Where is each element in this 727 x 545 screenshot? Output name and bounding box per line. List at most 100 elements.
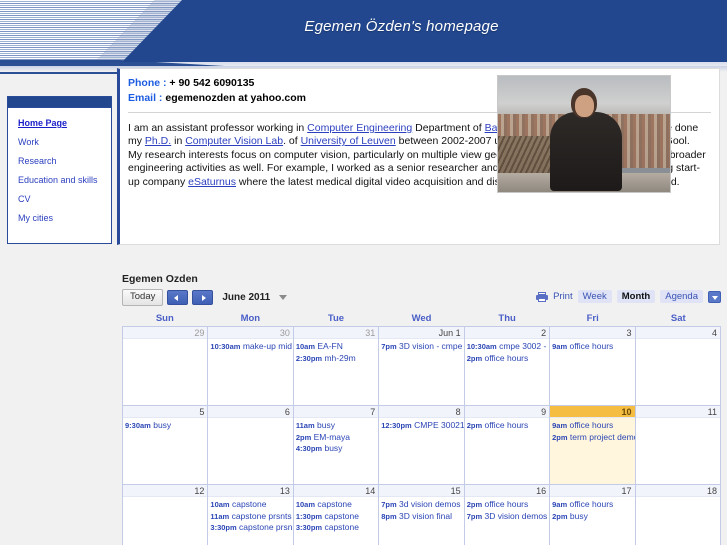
calendar-owner-name: Egemen Ozden	[122, 273, 198, 285]
day-number: 14	[293, 485, 379, 497]
event-title: busy	[150, 420, 172, 430]
event-time: 3:30pm	[295, 523, 323, 532]
calendar-event[interactable]: 7pm 3D vision demos	[467, 511, 549, 523]
print-link[interactable]: Print	[553, 291, 573, 302]
view-tab-week[interactable]: Week	[577, 290, 612, 303]
sidebar-item-my-cities[interactable]: My cities	[8, 209, 111, 228]
event-title: busy	[322, 443, 343, 453]
calendar-event[interactable]: 9:30am busy	[125, 420, 207, 432]
today-button[interactable]: Today	[122, 289, 164, 306]
calendar-event[interactable]: 9am office hours	[552, 341, 634, 353]
day-events	[123, 339, 207, 341]
bio-link[interactable]: Computer Engineering	[307, 122, 412, 134]
day-events: 10:30am make-up mid	[208, 339, 292, 353]
event-time: 7pm	[381, 500, 397, 509]
view-tab-agenda[interactable]: Agenda	[660, 290, 703, 303]
day-number: Jun 1	[379, 327, 464, 339]
event-time: 1:30pm	[295, 511, 323, 521]
calendar-day-cell[interactable]: Jun 1 7pm 3D vision - cmpe	[379, 327, 465, 406]
bio-link[interactable]: eSaturnus	[188, 176, 236, 188]
day-number: 11	[635, 406, 720, 418]
bio-link[interactable]: Ph.D.	[145, 135, 171, 147]
phone-label: Phone :	[128, 77, 167, 89]
day-events: 9:30am busy	[123, 418, 207, 432]
calendar-event[interactable]: 4:30pm busy	[296, 443, 378, 455]
calendar-day-cell[interactable]: 14 10am capstone 1:30pm capstone 3:30pm cap…	[293, 485, 380, 545]
calendar-event[interactable]: 3:30pm capstone	[296, 522, 378, 534]
calendar-event[interactable]: 12:30pm CMPE 30021	[381, 420, 463, 432]
day-events: 9am office hours 2pm busy	[550, 497, 634, 522]
bio-link[interactable]: Computer Vision Lab	[185, 135, 283, 147]
chevron-down-icon[interactable]	[279, 295, 288, 300]
view-tab-month[interactable]: Month	[616, 290, 656, 303]
day-number: 7	[293, 406, 379, 418]
day-of-week-header-row: Sun Mon Tue Wed Thu Fri Sat	[122, 313, 721, 326]
calendar-event[interactable]: 8pm 3D vision final	[381, 511, 463, 523]
bio-link[interactable]: University of Leuven	[301, 135, 396, 147]
list-item: Work	[8, 133, 111, 152]
event-title: make-up mid	[240, 341, 292, 351]
calendar-day-cell[interactable]: 31 10am EA-FN 2:30pm mh-29m	[293, 327, 380, 406]
calendar-event[interactable]: 11am busy	[296, 420, 378, 432]
calendar-day-cell[interactable]: 11	[635, 406, 721, 485]
calendar-day-cell[interactable]: 15 7pm 3d vision demos 8pm 3D vision final	[379, 485, 465, 545]
calendar-day-cell[interactable]: 16 2pm office hours 7pm 3D vision demos	[464, 485, 551, 545]
event-title: office hours	[567, 499, 614, 509]
calendar-day-cell[interactable]: 3 9am office hours	[550, 327, 636, 406]
previous-period-arrow-icon[interactable]	[167, 290, 189, 305]
calendar-event[interactable]: 10:30am make-up mid	[210, 341, 292, 353]
day-events: 12:30pm CMPE 30021	[379, 418, 463, 432]
view-dropdown-icon[interactable]	[708, 290, 721, 303]
event-title: 3D vision final	[396, 510, 452, 521]
calendar-day-cell[interactable]: 2 10:30am cmpe 3002 -2pm office hours	[464, 327, 551, 406]
event-time: 2pm	[466, 353, 483, 363]
sidebar-item-home-page[interactable]: Home Page	[8, 114, 111, 133]
calendar-event[interactable]: 2pm busy	[552, 511, 634, 523]
page-title: Egemen Özden's homepage	[304, 18, 499, 35]
calendar-event[interactable]: 2pm office hours	[467, 499, 549, 511]
calendar-day-cell[interactable]: 30 10:30am make-up mid	[208, 327, 294, 406]
calendar-event[interactable]: 2pm office hours	[467, 420, 549, 432]
calendar-event[interactable]: 7pm 3d vision demos	[381, 499, 463, 511]
calendar-event[interactable]: 2pm EM-maya	[296, 432, 378, 444]
calendar-event[interactable]: 10am EA-FN	[296, 341, 378, 353]
calendar-day-cell[interactable]: 13 10am capstone 11am capstone prsnts 3:30p…	[208, 485, 294, 545]
calendar-day-cell[interactable]: 29	[123, 327, 209, 406]
calendar-day-cell[interactable]: 4	[635, 327, 721, 406]
day-events: 10am capstone 1:30pm capstone 3:30pm capst…	[294, 497, 378, 534]
calendar-day-cell[interactable]: 7 11am busy 2pm EM-maya 4:30pm busy	[293, 406, 380, 485]
sidebar-item-work[interactable]: Work	[8, 133, 111, 152]
calendar-day-cell[interactable]: 12	[123, 485, 209, 545]
calendar-event[interactable]: 10:30am cmpe 3002 -	[467, 341, 549, 353]
calendar-day-cell[interactable]: 5 9:30am busy	[123, 406, 209, 485]
event-time: 8pm	[381, 511, 397, 521]
calendar-event[interactable]: 3:30pm capstone prsn	[210, 522, 292, 534]
event-time: 2pm	[466, 500, 483, 509]
calendar-day-cell[interactable]: 6	[208, 406, 294, 485]
calendar-event[interactable]: 10am capstone	[210, 499, 292, 511]
sidebar-item-education-and-skills[interactable]: Education and skills	[8, 171, 111, 190]
calendar-event[interactable]: 10am capstone	[296, 499, 378, 511]
sidebar-item-cv[interactable]: CV	[8, 190, 111, 209]
calendar-event[interactable]: 2pm office hours	[467, 353, 549, 365]
calendar-event[interactable]: 7pm 3D vision - cmpe	[381, 341, 463, 353]
calendar-event[interactable]: 2:30pm mh-29m	[296, 353, 378, 365]
bio-text-run: in	[171, 135, 186, 148]
event-time: 10am	[210, 500, 230, 509]
sidebar-item-research[interactable]: Research	[8, 152, 111, 171]
calendar-day-cell[interactable]: 18	[635, 485, 721, 545]
calendar-day-cell[interactable]: 9 2pm office hours	[464, 406, 551, 485]
printer-icon[interactable]	[536, 291, 549, 302]
day-events: 10am EA-FN 2:30pm mh-29m	[294, 339, 378, 364]
day-events: 11am busy 2pm EM-maya 4:30pm busy	[294, 418, 378, 455]
calendar-event[interactable]: 9am office hours	[552, 499, 634, 511]
calendar-event[interactable]: 9am office hours	[552, 420, 634, 432]
calendar-day-cell-today[interactable]: 10 9am office hours 2pm term project demo	[550, 406, 636, 485]
list-item: Research	[8, 152, 111, 171]
calendar-event[interactable]: 11am capstone prsnts	[210, 511, 292, 523]
calendar-day-cell[interactable]: 8 12:30pm CMPE 30021	[379, 406, 465, 485]
next-period-arrow-icon[interactable]	[192, 290, 214, 305]
calendar-event[interactable]: 1:30pm capstone	[296, 511, 378, 523]
calendar-event[interactable]: 2pm term project demo	[552, 432, 634, 444]
calendar-day-cell[interactable]: 17 9am office hours 2pm busy	[550, 485, 636, 545]
